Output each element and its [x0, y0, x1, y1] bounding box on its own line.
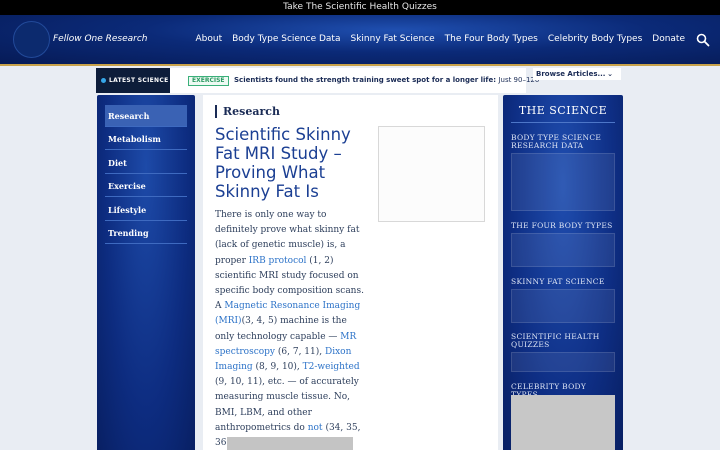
- sidebar-item-diet[interactable]: Diet: [105, 152, 187, 174]
- chevron-down-icon: ⌄: [607, 70, 613, 78]
- live-dot-icon: [101, 78, 106, 83]
- sidebar-heading-body-type-data[interactable]: BODY TYPE SCIENCE RESEARCH DATA: [511, 134, 615, 150]
- nav-celebrity-body-types[interactable]: Celebrity Body Types: [548, 34, 642, 44]
- irb-protocol-link[interactable]: IRB protocol: [249, 256, 307, 266]
- headline-bold: Scientists found the strength training s…: [234, 76, 496, 84]
- body-type-data-card[interactable]: [511, 153, 615, 211]
- ad-placeholder: [378, 126, 485, 222]
- nav-donate[interactable]: Donate: [652, 34, 685, 44]
- science-sidebar: THE SCIENCE BODY TYPE SCIENCE RESEARCH D…: [503, 95, 623, 450]
- section-title: Research: [215, 105, 280, 118]
- nav-body-type-science-data[interactable]: Body Type Science Data: [232, 34, 340, 44]
- search-icon[interactable]: [696, 33, 710, 47]
- not-link[interactable]: not: [308, 423, 323, 433]
- article-body: There is only one way to definitely prov…: [215, 210, 364, 449]
- sidebar-heading-four-body-types[interactable]: THE FOUR BODY TYPES: [511, 222, 615, 230]
- news-ticker[interactable]: LATEST SCIENCE EXERCISE Scientists found…: [96, 68, 539, 93]
- top-announcement-bar[interactable]: Take The Scientific Health Quizzes: [0, 0, 720, 15]
- latest-science-label: LATEST SCIENCE: [96, 68, 170, 93]
- brand-name[interactable]: Fellow One Research: [53, 34, 148, 44]
- t2-weighted-link[interactable]: T2-weighted: [303, 362, 360, 372]
- sidebar-heading-health-quizzes[interactable]: SCIENTIFIC HEALTH QUIZZES: [511, 333, 615, 349]
- article-image: [227, 437, 353, 450]
- sidebar-item-lifestyle[interactable]: Lifestyle: [105, 199, 187, 221]
- sidebar-item-trending[interactable]: Trending: [105, 222, 187, 244]
- health-quizzes-card[interactable]: [511, 352, 615, 372]
- nav-four-body-types[interactable]: The Four Body Types: [445, 34, 538, 44]
- celebrity-card-image[interactable]: [511, 395, 615, 450]
- ticker-headline[interactable]: Scientists found the strength training s…: [234, 76, 539, 84]
- nav-skinny-fat-science[interactable]: Skinny Fat Science: [350, 34, 434, 44]
- sidebar-item-metabolism[interactable]: Metabolism: [105, 128, 187, 150]
- quiz-link[interactable]: Take The Scientific Health Quizzes: [283, 2, 437, 12]
- site-header: Fellow One Research About Body Type Scie…: [0, 15, 720, 65]
- science-sidebar-title: THE SCIENCE: [518, 104, 608, 117]
- exercise-tag[interactable]: EXERCISE: [188, 76, 229, 86]
- site-logo[interactable]: [13, 21, 50, 58]
- sidebar-heading-skinny-fat[interactable]: SKINNY FAT SCIENCE: [511, 278, 615, 286]
- nav-about[interactable]: About: [196, 34, 223, 44]
- article-main: Research Scientific Skinny Fat MRI Study…: [203, 95, 498, 450]
- sidebar-item-research[interactable]: Research: [105, 105, 187, 127]
- sidebar-item-exercise[interactable]: Exercise: [105, 175, 187, 197]
- article-title: Scientific Skinny Fat MRI Study – Provin…: [215, 125, 351, 201]
- divider: [511, 122, 615, 123]
- header-divider: [0, 64, 720, 66]
- category-sidebar: Research Metabolism Diet Exercise Lifest…: [97, 95, 195, 450]
- main-nav: About Body Type Science Data Skinny Fat …: [186, 34, 685, 44]
- four-body-types-card[interactable]: [511, 233, 615, 267]
- browse-articles-select[interactable]: Browse Articles... ⌄: [533, 68, 621, 80]
- skinny-fat-card[interactable]: [511, 289, 615, 323]
